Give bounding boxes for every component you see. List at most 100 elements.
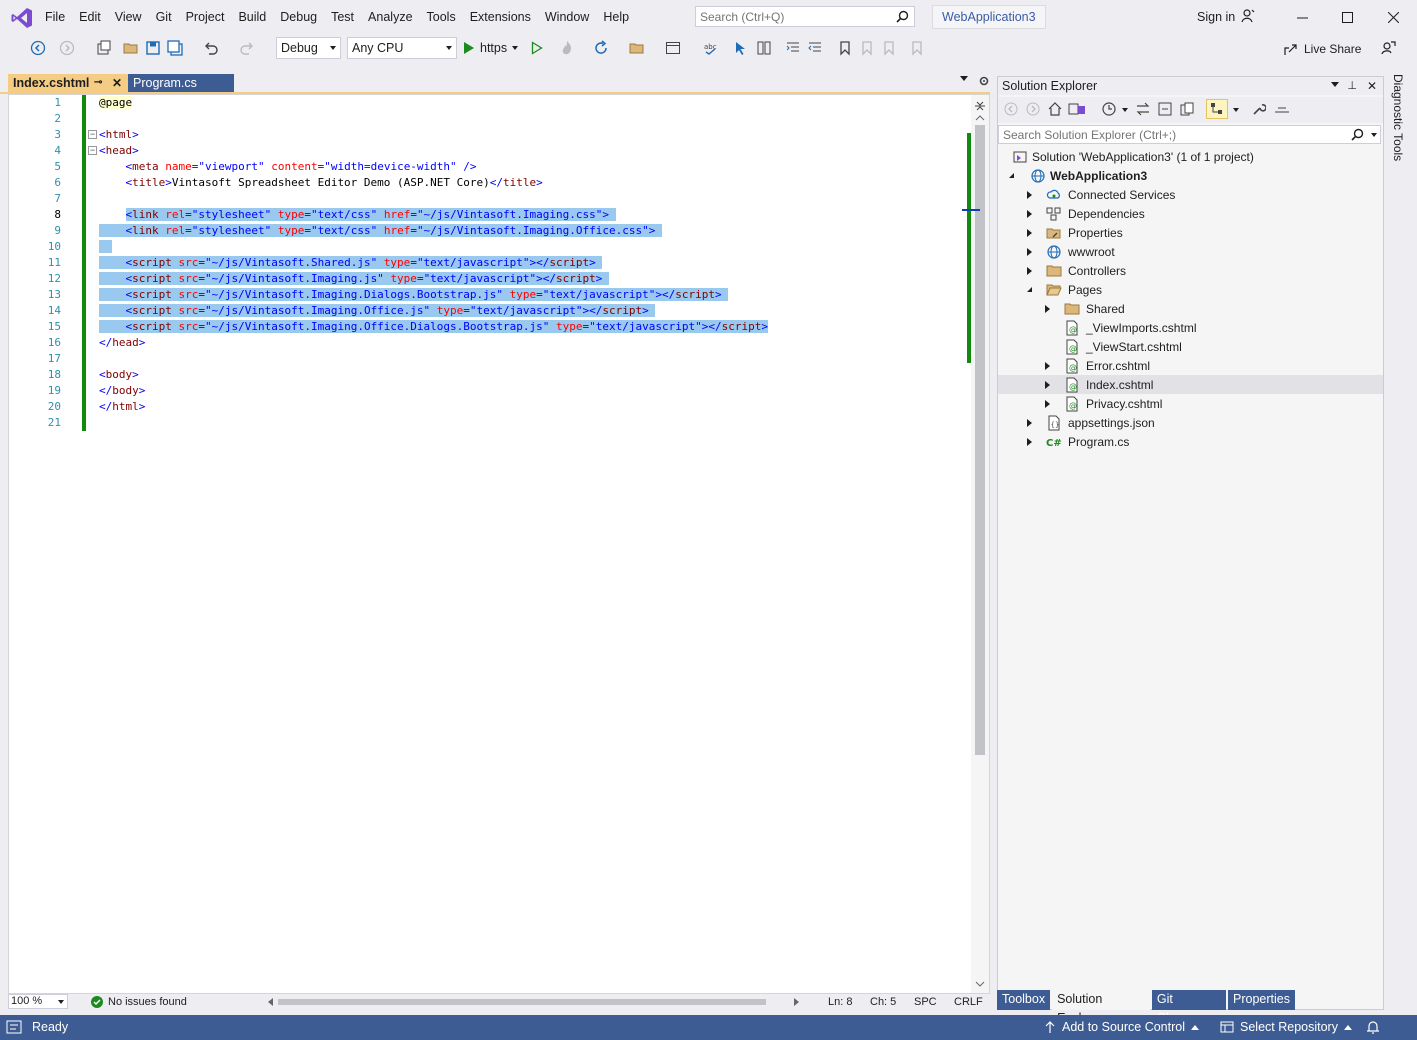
back-arrow-icon[interactable] bbox=[1004, 102, 1018, 116]
collapsed-triangle-icon[interactable] bbox=[1024, 418, 1034, 428]
undo-button[interactable] bbox=[196, 39, 226, 57]
zoom-select[interactable]: 100 % bbox=[8, 994, 68, 1009]
properties-wrench-icon[interactable] bbox=[1252, 102, 1266, 116]
tree-item-solution[interactable]: Solution 'WebApplication3' (1 of 1 proje… bbox=[998, 147, 1383, 166]
bookmark-button[interactable] bbox=[836, 39, 854, 57]
tree-item-viewimports[interactable]: @ _ViewImports.cshtml bbox=[998, 318, 1383, 337]
indent-button[interactable] bbox=[784, 39, 802, 57]
sign-in-link[interactable]: Sign in bbox=[1197, 10, 1235, 24]
tree-item-project[interactable]: WebApplication3 bbox=[998, 166, 1383, 185]
tree-item-wwwroot[interactable]: wwwroot bbox=[998, 242, 1383, 261]
collapsed-triangle-icon[interactable] bbox=[1024, 209, 1034, 219]
tree-item-viewstart[interactable]: @ _ViewStart.cshtml bbox=[998, 337, 1383, 356]
auto-hide-pin-icon[interactable]: ⊥ bbox=[1347, 77, 1357, 95]
show-all-files-icon[interactable] bbox=[1180, 102, 1194, 116]
search-icon[interactable] bbox=[896, 10, 909, 23]
save-button[interactable] bbox=[144, 39, 162, 57]
line-ending-indicator[interactable]: CRLF bbox=[954, 994, 983, 1010]
collapsed-triangle-icon[interactable] bbox=[1024, 190, 1034, 200]
pending-changes-filter-icon[interactable] bbox=[1102, 102, 1116, 116]
preview-selected-icon[interactable] bbox=[1274, 102, 1290, 116]
tab-properties[interactable]: Properties bbox=[1228, 990, 1295, 1010]
collapsed-triangle-icon[interactable] bbox=[1042, 380, 1052, 390]
menu-window[interactable]: Window bbox=[538, 9, 596, 25]
tree-item-controllers[interactable]: Controllers bbox=[998, 261, 1383, 280]
tab-index-cshtml[interactable]: Index.cshtml ⊸ ✕ bbox=[8, 74, 128, 92]
track-active-item-button[interactable] bbox=[1206, 99, 1228, 119]
close-tab-icon[interactable]: ✕ bbox=[112, 74, 122, 92]
start-without-debugging-button[interactable] bbox=[528, 39, 546, 57]
close-panel-icon[interactable]: ✕ bbox=[1367, 77, 1377, 95]
tree-item-privacy-cshtml[interactable]: @ Privacy.cshtml bbox=[998, 394, 1383, 413]
tree-item-program-cs[interactable]: C# Program.cs bbox=[998, 432, 1383, 451]
menu-file[interactable]: File bbox=[38, 9, 72, 25]
chevron-down-icon[interactable] bbox=[1233, 108, 1239, 112]
issues-indicator[interactable]: No issues found bbox=[91, 994, 187, 1010]
tree-item-index-cshtml[interactable]: @ Index.cshtml bbox=[998, 375, 1383, 394]
column-position[interactable]: Ch: 5 bbox=[870, 994, 896, 1010]
navigate-back-button[interactable] bbox=[24, 39, 52, 57]
live-share-button[interactable]: Live Share bbox=[1283, 41, 1361, 57]
tree-item-connected-services[interactable]: Connected Services bbox=[998, 185, 1383, 204]
hot-reload-button[interactable] bbox=[552, 39, 582, 57]
global-search-input[interactable] bbox=[696, 7, 886, 26]
tab-toolbox[interactable]: Toolbox bbox=[997, 990, 1051, 1010]
spell-check-button[interactable]: abc bbox=[702, 39, 720, 57]
account-icon[interactable] bbox=[1240, 8, 1256, 24]
collapsed-triangle-icon[interactable] bbox=[1024, 266, 1034, 276]
expanded-triangle-icon[interactable] bbox=[1006, 171, 1016, 181]
menu-analyze[interactable]: Analyze bbox=[361, 9, 419, 25]
code-editor[interactable]: 1 2 3 4 5 6 7 8 9 10 11 12 13 14 15 16 1… bbox=[8, 94, 990, 994]
scroll-down-icon[interactable] bbox=[975, 981, 985, 987]
platform-select[interactable]: Any CPU bbox=[347, 37, 457, 59]
diagnostic-tools-tab[interactable]: Diagnostic Tools bbox=[1389, 74, 1409, 164]
scroll-up-icon[interactable] bbox=[975, 115, 985, 121]
split-editor-icon[interactable] bbox=[975, 99, 985, 113]
collapsed-triangle-icon[interactable] bbox=[1024, 247, 1034, 257]
menu-view[interactable]: View bbox=[108, 9, 149, 25]
scroll-right-icon[interactable] bbox=[794, 998, 799, 1006]
tab-git-changes[interactable]: Git Changes bbox=[1151, 990, 1227, 1025]
menu-test[interactable]: Test bbox=[324, 9, 361, 25]
close-button[interactable] bbox=[1373, 4, 1413, 30]
tree-item-shared[interactable]: Shared bbox=[998, 299, 1383, 318]
collapsed-triangle-icon[interactable] bbox=[1024, 437, 1034, 447]
pin-icon[interactable]: ⊸ bbox=[94, 74, 102, 92]
output-window-icon[interactable] bbox=[6, 1020, 22, 1034]
minimize-button[interactable] bbox=[1282, 4, 1322, 30]
code-area[interactable]: @page <html> <head> <meta name="viewport… bbox=[89, 95, 969, 993]
menu-extensions[interactable]: Extensions bbox=[463, 9, 538, 25]
new-project-button[interactable] bbox=[88, 39, 118, 57]
menu-edit[interactable]: Edit bbox=[72, 9, 108, 25]
spacing-indicator[interactable]: SPC bbox=[914, 994, 937, 1010]
menu-help[interactable]: Help bbox=[596, 9, 636, 25]
layout-button[interactable] bbox=[658, 39, 688, 57]
tab-solution-explorer[interactable]: Solution Explorer bbox=[1052, 990, 1150, 1025]
select-repository-button[interactable]: Select Repository bbox=[1220, 1020, 1352, 1034]
sync-active-document-icon[interactable] bbox=[1136, 102, 1150, 116]
feedback-icon[interactable] bbox=[1380, 40, 1396, 56]
next-bookmark-button[interactable] bbox=[880, 39, 898, 57]
select-element-button[interactable] bbox=[732, 39, 750, 57]
menu-build[interactable]: Build bbox=[231, 9, 273, 25]
refresh-button[interactable] bbox=[586, 39, 616, 57]
vertical-scrollbar[interactable] bbox=[971, 95, 989, 993]
browse-folder-button[interactable] bbox=[628, 39, 646, 57]
format-document-button[interactable] bbox=[755, 39, 773, 57]
tab-list-dropdown-icon[interactable] bbox=[960, 76, 968, 81]
save-all-button[interactable] bbox=[166, 39, 184, 57]
menu-project[interactable]: Project bbox=[179, 9, 232, 25]
clear-bookmarks-button[interactable] bbox=[902, 39, 932, 57]
tree-item-error-cshtml[interactable]: @ Error.cshtml bbox=[998, 356, 1383, 375]
configuration-select[interactable]: Debug bbox=[276, 37, 341, 59]
maximize-button[interactable] bbox=[1327, 4, 1367, 30]
horizontal-scroll-thumb[interactable] bbox=[278, 999, 766, 1005]
line-position[interactable]: Ln: 8 bbox=[828, 994, 852, 1010]
solution-explorer-search-input[interactable] bbox=[999, 126, 1349, 143]
prev-bookmark-button[interactable] bbox=[858, 39, 876, 57]
chevron-down-icon[interactable] bbox=[1122, 108, 1128, 112]
switch-views-icon[interactable] bbox=[1068, 102, 1086, 116]
scroll-left-icon[interactable] bbox=[268, 998, 273, 1006]
outdent-button[interactable] bbox=[806, 39, 824, 57]
vertical-scroll-thumb[interactable] bbox=[975, 125, 985, 755]
